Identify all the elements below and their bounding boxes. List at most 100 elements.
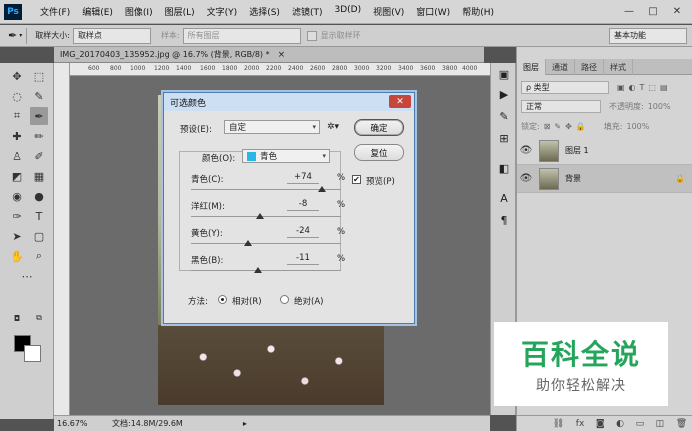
slider-value-field[interactable]: -8 [287, 199, 319, 211]
type-tool-icon[interactable]: T [30, 207, 48, 225]
slider-value-field[interactable]: -24 [287, 226, 319, 238]
crop-tool-icon[interactable]: ⌗ [8, 107, 26, 125]
lasso-tool-icon[interactable]: ◌ [8, 87, 26, 105]
zoom-level[interactable]: 16.67% [54, 419, 88, 428]
document-tab[interactable]: IMG_20170403_135952.jpg @ 16.7% (背景, RGB… [54, 47, 484, 63]
filter-icons[interactable]: ▣◐T⬚▤ [617, 83, 672, 92]
dialog-titlebar[interactable]: 可选颜色 ✕ [164, 93, 414, 111]
menu-layer[interactable]: 图层(L) [159, 5, 201, 18]
slider-track[interactable] [191, 243, 341, 244]
maximize-button[interactable]: □ [642, 2, 664, 20]
history-brush-icon[interactable]: ✐ [30, 147, 48, 165]
eyedropper-icon[interactable]: ✒ [8, 29, 17, 42]
sample-select[interactable]: 所有图层 [182, 27, 301, 44]
eyedropper-tool-icon[interactable]: ✒ [30, 107, 48, 125]
slider-label: 黄色(Y): [191, 229, 223, 239]
fill-value[interactable]: 100% [626, 122, 649, 131]
preset-options-gear-icon[interactable]: ✲▾ [327, 122, 339, 132]
tab-channels[interactable]: 通道 [546, 59, 575, 75]
slider-track[interactable] [191, 216, 341, 217]
brush-panel-icon[interactable]: ✎ [495, 107, 513, 125]
chevron-down-icon[interactable]: ▾ [19, 32, 22, 39]
show-ring-checkbox[interactable] [306, 30, 317, 41]
preset-select[interactable]: 自定 ▾ [224, 120, 320, 134]
shape-tool-icon[interactable]: ▢ [30, 227, 48, 245]
dialog-close-button[interactable]: ✕ [389, 95, 411, 108]
screen-mode-icon[interactable]: ⧉ [30, 309, 48, 327]
brush-tool-icon[interactable]: ✏ [30, 127, 48, 145]
slider-thumb[interactable] [244, 240, 252, 246]
menu-filter[interactable]: 滤镜(T) [286, 5, 329, 18]
hand-tool-icon[interactable]: ✋ [8, 247, 26, 265]
method-relative-radio[interactable] [218, 295, 227, 304]
menu-view[interactable]: 视图(V) [367, 5, 410, 18]
menu-select[interactable]: 选择(S) [243, 5, 286, 18]
slider-track[interactable] [191, 270, 341, 271]
move-tool-icon[interactable]: ✥ [8, 67, 26, 85]
actions-panel-icon[interactable]: ▶ [495, 85, 513, 103]
status-arrow-icon[interactable]: ▸ [243, 419, 247, 428]
workspace-select[interactable]: 基本功能 [609, 27, 687, 44]
menu-image[interactable]: 图像(I) [119, 5, 159, 18]
menu-window[interactable]: 窗口(W) [410, 5, 456, 18]
layer-row[interactable]: 👁 背景 🔒 [517, 165, 692, 193]
zoom-tool-icon[interactable]: ⌕ [30, 247, 48, 265]
document-image-foreground[interactable] [158, 325, 384, 405]
fx-icon[interactable]: fx [576, 419, 585, 429]
close-button[interactable]: ✕ [666, 2, 688, 20]
menu-3d[interactable]: 3D(D) [328, 5, 367, 18]
menu-edit[interactable]: 编辑(E) [76, 5, 119, 18]
options-bar: ✒ ▾ 取样大小: 取样点 样本: 所有图层 显示取样环 基本功能 [0, 25, 692, 47]
menu-help[interactable]: 帮助(H) [456, 5, 500, 18]
visibility-eye-icon[interactable]: 👁 [517, 173, 535, 184]
layer-kind-filter[interactable]: ρ 类型 [521, 81, 609, 94]
lock-icons[interactable]: ⊠✎✥🔒 [544, 122, 590, 131]
link-icon[interactable]: ⛓ [553, 419, 564, 429]
path-select-tool-icon[interactable]: ➤ [8, 227, 26, 245]
paragraph-panel-icon[interactable]: ¶ [495, 211, 513, 229]
quick-select-tool-icon[interactable]: ✎ [30, 87, 48, 105]
adjustment-icon[interactable]: ◐ [616, 419, 624, 429]
ok-button[interactable]: 确定 [354, 119, 404, 136]
dodge-tool-icon[interactable]: ● [30, 187, 48, 205]
menu-file[interactable]: 文件(F) [34, 5, 76, 18]
slider-value-field[interactable]: +74 [287, 172, 319, 184]
menu-type[interactable]: 文字(Y) [201, 5, 244, 18]
tab-layers[interactable]: 图层 [517, 59, 546, 75]
tab-paths[interactable]: 路径 [575, 59, 604, 75]
layer-row[interactable]: 👁 图层 1 [517, 137, 692, 165]
trash-icon[interactable]: 🗑 [676, 419, 687, 429]
slider-thumb[interactable] [318, 186, 326, 192]
slider-value-field[interactable]: -11 [287, 253, 319, 265]
blend-mode-select[interactable]: 正常 [521, 100, 601, 113]
reset-button[interactable]: 复位 [354, 144, 404, 161]
more-tools-icon[interactable]: ⋯ [18, 267, 36, 285]
marquee-tool-icon[interactable]: ⬚ [30, 67, 48, 85]
quick-mask-icon[interactable]: ◘ [8, 309, 26, 327]
pen-tool-icon[interactable]: ✑ [8, 207, 26, 225]
visibility-eye-icon[interactable]: 👁 [517, 145, 535, 156]
stamp-tool-icon[interactable]: ♙ [8, 147, 26, 165]
minimize-button[interactable]: — [618, 2, 640, 20]
character-panel-icon[interactable]: A [495, 189, 513, 207]
mask-icon[interactable]: ◙ [596, 419, 605, 429]
healing-tool-icon[interactable]: ✚ [8, 127, 26, 145]
properties-panel-icon[interactable]: ◧ [495, 159, 513, 177]
blur-tool-icon[interactable]: ◉ [8, 187, 26, 205]
colors-select[interactable]: 青色 ▾ [242, 149, 330, 163]
new-layer-icon[interactable]: ◫ [656, 419, 665, 429]
clone-source-icon[interactable]: ⊞ [495, 129, 513, 147]
close-tab-icon[interactable]: × [278, 50, 286, 60]
eraser-tool-icon[interactable]: ◩ [8, 167, 26, 185]
tab-styles[interactable]: 样式 [604, 59, 633, 75]
background-color-swatch[interactable] [24, 345, 41, 362]
history-panel-icon[interactable]: ▣ [495, 65, 513, 83]
gradient-tool-icon[interactable]: ▦ [30, 167, 48, 185]
slider-thumb[interactable] [256, 213, 264, 219]
opacity-value[interactable]: 100% [648, 102, 671, 111]
preview-checkbox[interactable]: ✔ [352, 175, 361, 184]
group-icon[interactable]: ▭ [636, 419, 645, 429]
method-absolute-radio[interactable] [280, 295, 289, 304]
sample-size-select[interactable]: 取样点 [72, 27, 151, 44]
slider-thumb[interactable] [254, 267, 262, 273]
